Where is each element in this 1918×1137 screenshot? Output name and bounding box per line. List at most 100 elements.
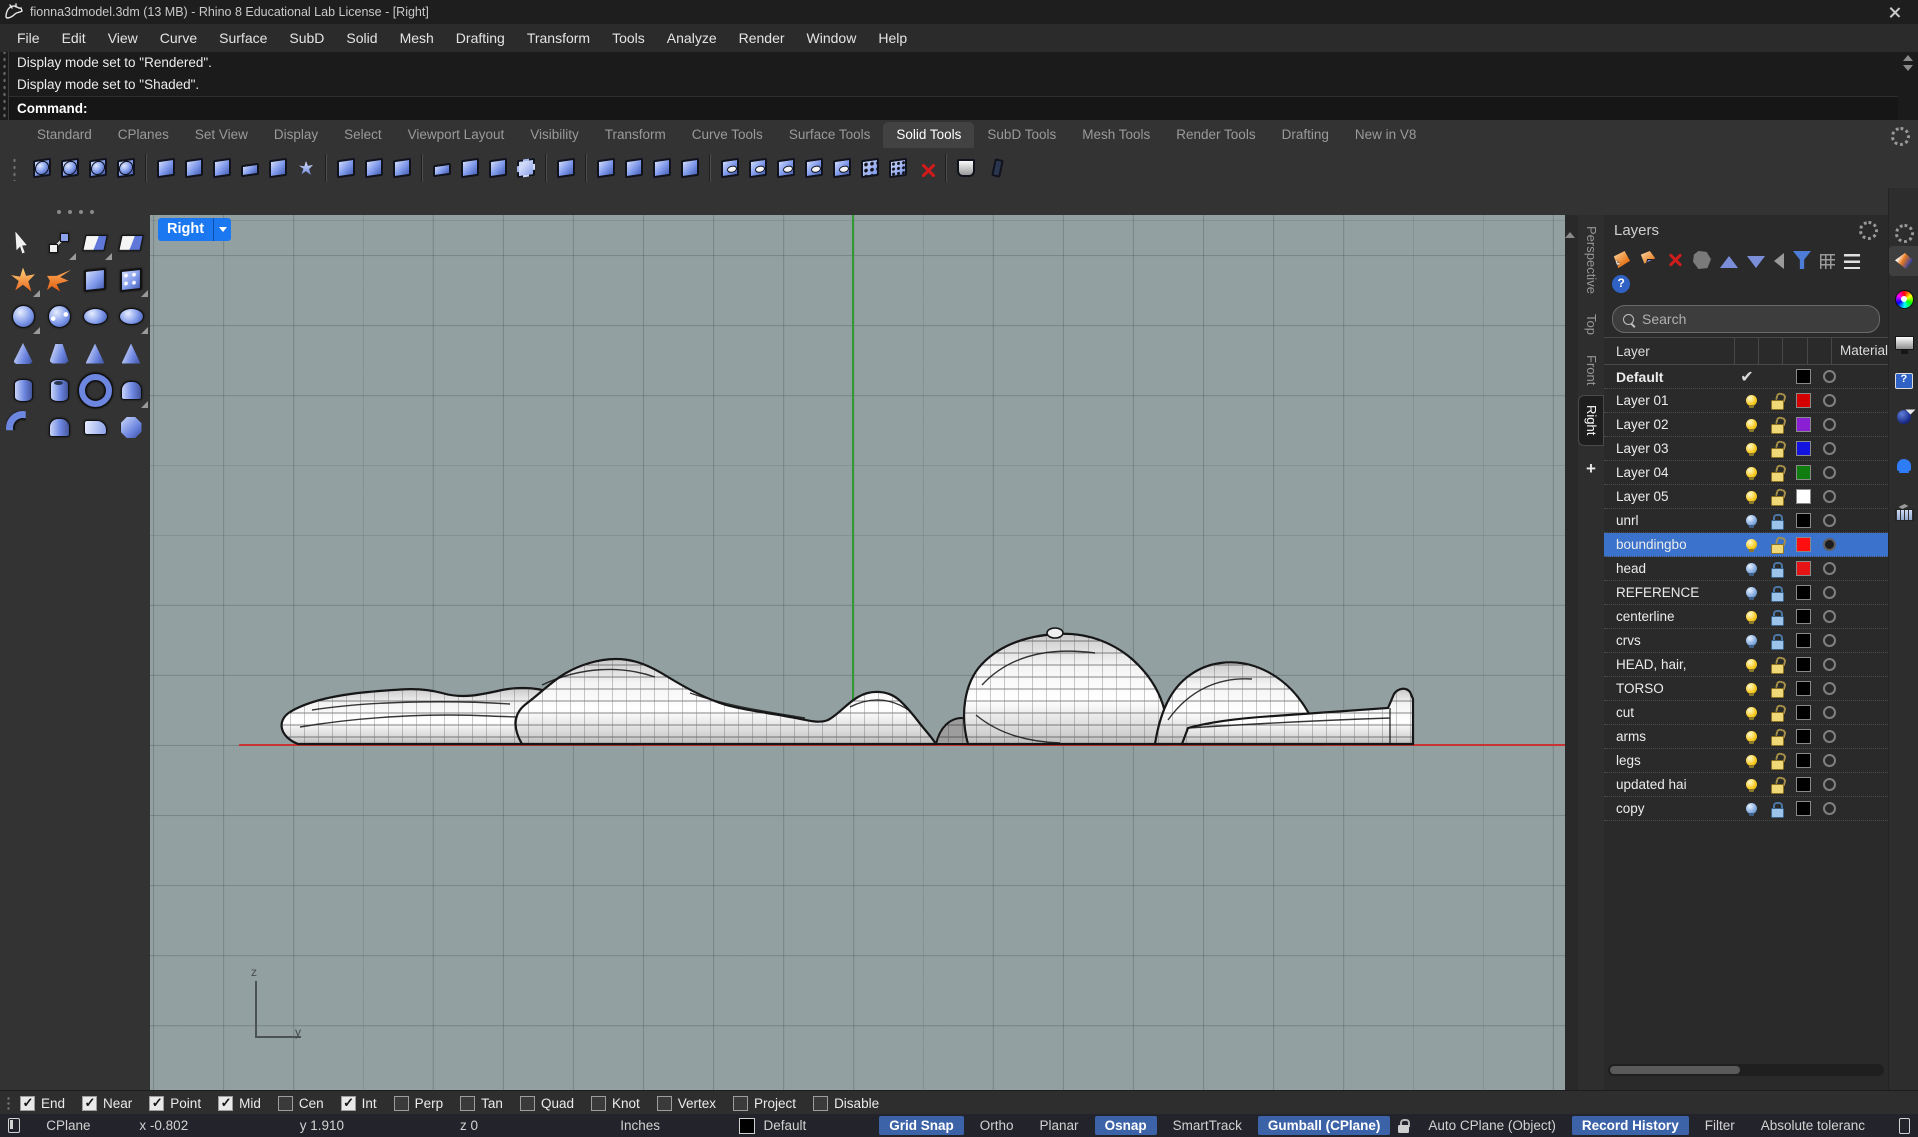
checkbox-icon[interactable] [813,1095,829,1111]
layer-lock-icon[interactable] [1771,561,1784,578]
osnap-perp[interactable]: Perp [393,1095,443,1111]
toolbar-tab-visibility[interactable]: Visibility [517,122,592,148]
trim-icon[interactable] [77,224,113,261]
status-toggle-absolute-toleranc[interactable]: Absolute toleranc [1751,1116,1893,1135]
layer-visibility-bulb-icon[interactable] [1745,467,1757,480]
layer-visibility-bulb-icon[interactable] [1745,635,1757,648]
layer-lock-icon[interactable] [1771,682,1784,698]
layer-color-swatch[interactable] [1795,753,1811,768]
viewport-tab-top[interactable]: Top [1579,305,1603,344]
layer-lock-icon[interactable] [1771,490,1784,506]
make-cup-icon[interactable] [952,153,980,183]
checkbox-icon[interactable] [733,1095,749,1111]
layer-row-legs[interactable]: legs [1604,749,1888,773]
boolean-intersection-icon[interactable] [84,153,112,183]
layer-material-icon[interactable] [1822,778,1836,791]
toolbar-tab-display[interactable]: Display [261,122,331,148]
toolbar-tab-select[interactable]: Select [331,122,395,148]
web-browser-icon[interactable] [1889,402,1918,432]
display-monitor-icon[interactable] [1889,328,1918,358]
toolbar-tab-mesh-tools[interactable]: Mesh Tools [1069,122,1163,148]
osnap-cen[interactable]: Cen [277,1095,324,1111]
command-grip-handle[interactable] [0,52,8,120]
cone-icon[interactable] [5,335,41,372]
menu-solid[interactable]: Solid [335,24,388,52]
align-icon[interactable] [113,224,149,261]
layer-color-swatch[interactable] [1795,633,1811,648]
sphere-icon[interactable] [5,298,41,335]
layer-material-icon[interactable] [1822,658,1836,671]
layer-name[interactable]: TORSO [1604,681,1738,696]
half-cylinder-icon[interactable] [41,409,77,446]
columns-grid-icon[interactable] [1820,253,1835,269]
layer-material-icon[interactable] [1822,394,1836,407]
filter-icon[interactable] [1793,251,1811,269]
layer-row-arms[interactable]: arms [1604,725,1888,749]
layer-visibility-bulb-icon[interactable] [1745,683,1757,696]
layer-visibility-bulb-icon[interactable] [1745,491,1757,504]
status-panel-icon[interactable] [1898,1117,1911,1134]
match-layer-icon[interactable] [1693,251,1711,269]
layer-visibility-bulb-icon[interactable] [1745,779,1757,792]
checkbox-icon[interactable] [218,1095,234,1111]
layer-material-icon[interactable] [1822,538,1836,551]
offset-surface-icon[interactable] [428,153,456,183]
delete-hole-icon[interactable] [912,153,940,183]
viewport-tab-front[interactable]: Front [1579,346,1603,394]
layer-row-cut[interactable]: cut [1604,701,1888,725]
pyramid-icon[interactable] [77,335,113,372]
curved-slab-icon[interactable] [77,409,113,446]
checkbox-icon[interactable] [519,1095,535,1111]
menu-curve[interactable]: Curve [149,24,208,52]
toolbar-tab-solid-tools[interactable]: Solid Tools [883,122,975,148]
tube-icon[interactable] [41,372,77,409]
checkbox-icon[interactable] [656,1095,672,1111]
toolbar-tab-cplanes[interactable]: CPlanes [105,122,182,148]
move-face-icon[interactable] [620,153,648,183]
ellipsoid-icon[interactable] [77,298,113,335]
layer-lock-icon[interactable] [1771,801,1784,818]
layer-name[interactable]: cut [1604,705,1738,720]
units-button[interactable]: Inches [620,1118,739,1133]
layer-visibility-bulb-icon[interactable] [1745,587,1757,600]
layer-name[interactable]: legs [1604,753,1738,768]
checkbox-icon[interactable] [340,1095,356,1111]
layer-lock-icon[interactable] [1771,538,1784,554]
toolbar-tab-standard[interactable]: Standard [24,122,105,148]
macro-keyboard-icon[interactable] [1889,500,1918,530]
box-icon[interactable] [77,261,113,298]
scrollbar-thumb[interactable] [1610,1066,1740,1074]
rectangular-hole-icon[interactable] [800,153,828,183]
menu-analyze[interactable]: Analyze [656,24,728,52]
status-toggle-grid-snap[interactable]: Grid Snap [879,1116,964,1135]
status-toggle-filter[interactable]: Filter [1695,1116,1745,1135]
layer-material-icon[interactable] [1822,586,1836,599]
menu-file[interactable]: File [6,24,51,52]
status-toggle-ortho[interactable]: Ortho [970,1116,1024,1135]
layer-name[interactable]: arms [1604,729,1738,744]
pyramid-alt-icon[interactable] [113,335,149,372]
maximize-icon[interactable] [1842,6,1854,18]
layer-material-icon[interactable] [1822,418,1836,431]
tools-menu-icon[interactable] [1844,253,1860,269]
layer-material-icon[interactable] [1822,514,1836,527]
layer-color-swatch[interactable] [1795,513,1811,528]
command-history-expand-icon[interactable] [1903,55,1913,61]
viewport-tab-perspective[interactable]: Perspective [1579,217,1603,303]
layer-name[interactable]: copy [1604,801,1738,816]
toolbar-tab-subd-tools[interactable]: SubD Tools [974,122,1069,148]
collapse-icon[interactable] [1774,252,1784,269]
add-viewport-button[interactable]: + [1586,459,1596,479]
layers-gear-icon[interactable] [1859,220,1878,240]
menu-drafting[interactable]: Drafting [445,24,516,52]
status-toggle-osnap[interactable]: Osnap [1094,1116,1157,1135]
chamfer-edge-icon[interactable] [388,153,416,183]
checkbox-icon[interactable] [82,1095,98,1111]
explode-icon[interactable] [5,261,41,298]
layer-material-icon[interactable] [1822,610,1836,623]
menu-view[interactable]: View [97,24,149,52]
layer-material-icon[interactable] [1822,706,1836,719]
boolean-difference-icon[interactable] [56,153,84,183]
cplane-button[interactable]: CPlane [34,1118,139,1133]
osnap-grip-handle[interactable] [4,1095,14,1111]
